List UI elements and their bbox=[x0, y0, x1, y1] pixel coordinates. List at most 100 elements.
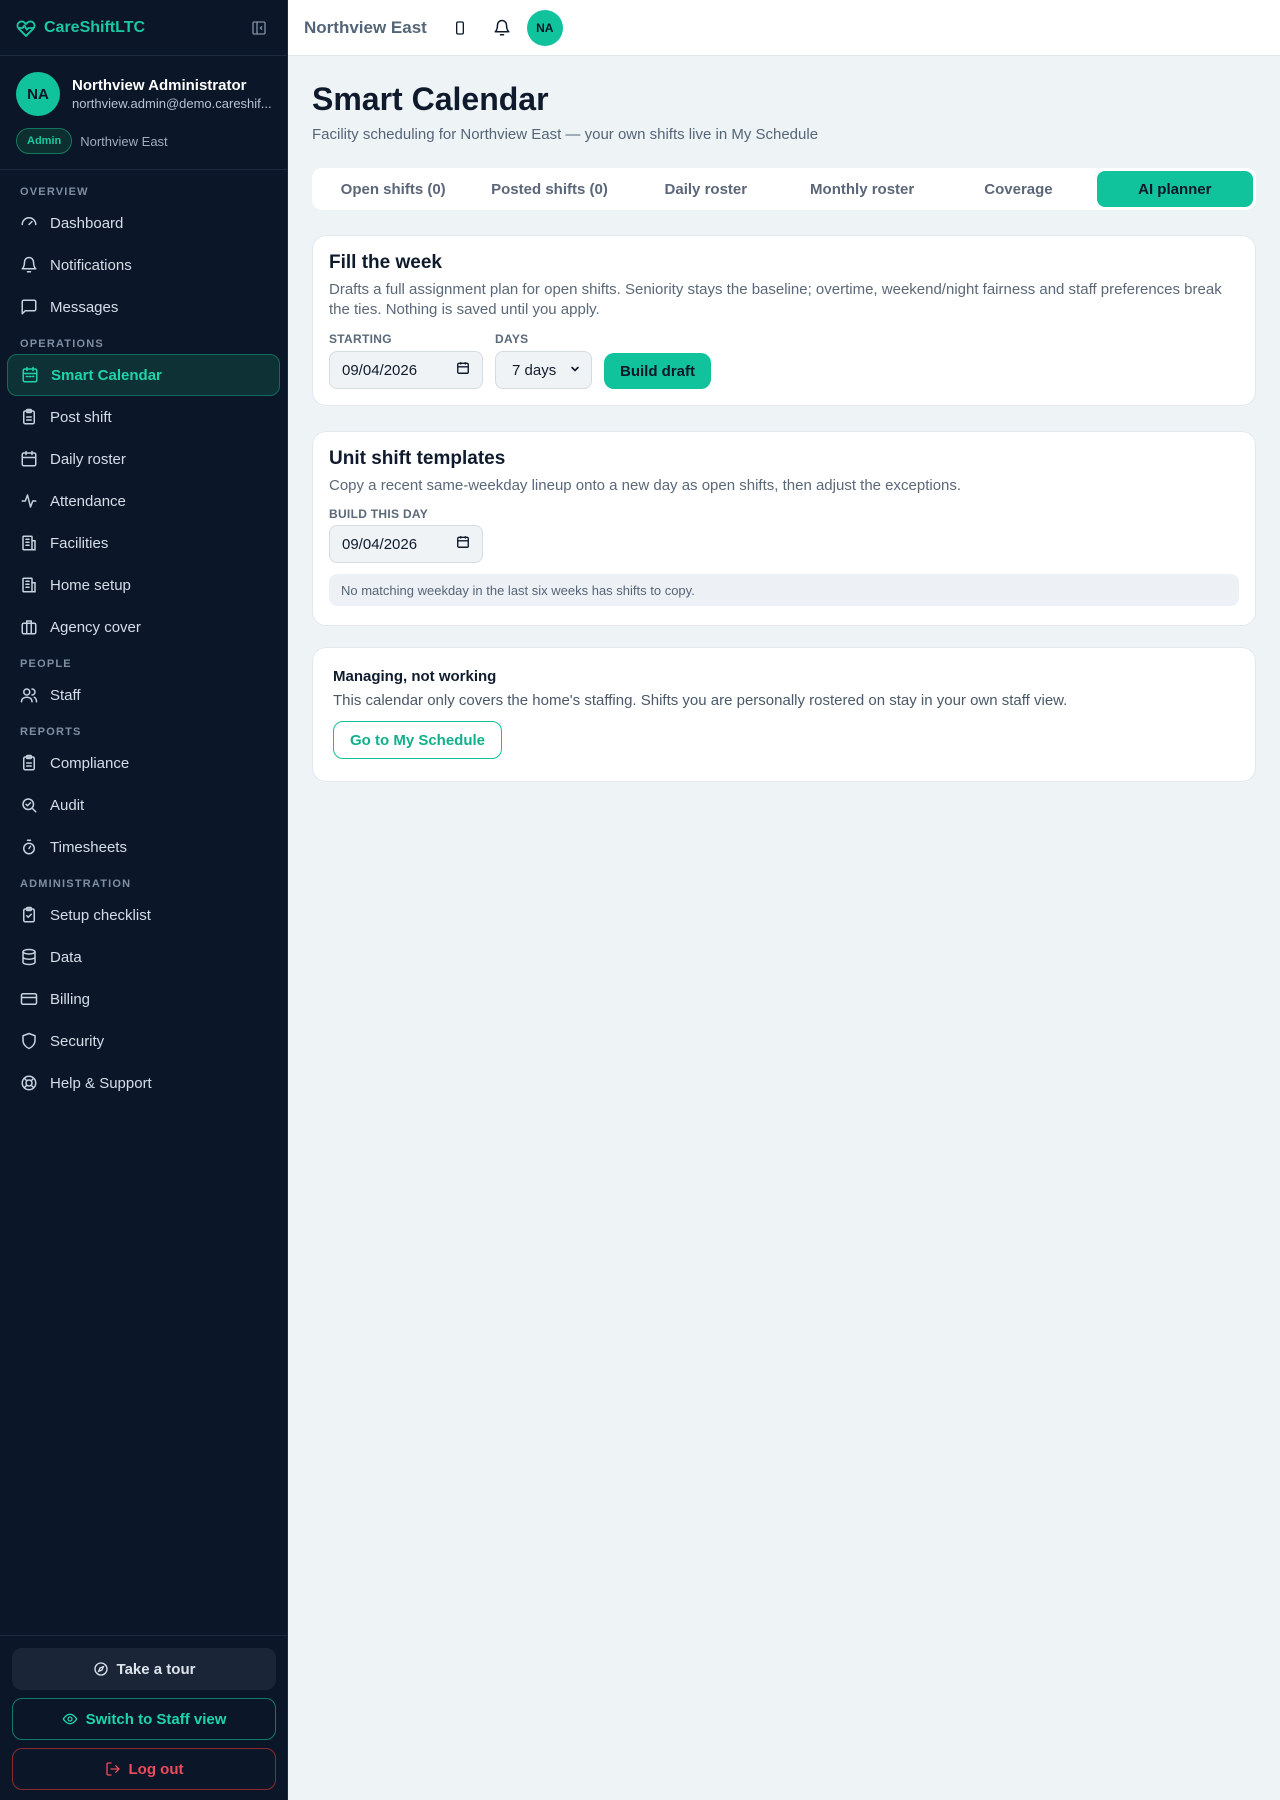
sidebar-item-label: Notifications bbox=[50, 256, 132, 274]
tab-posted-shifts[interactable]: Posted shifts (0) bbox=[471, 171, 627, 207]
sidebar-nav: OVERVIEW Dashboard Notifications Message… bbox=[0, 170, 287, 1104]
sidebar-item-post-shift[interactable]: Post shift bbox=[7, 396, 280, 438]
section-people: PEOPLE bbox=[20, 658, 72, 670]
user-name: Northview Administrator bbox=[72, 77, 247, 94]
templates-description: Copy a recent same-weekday lineup onto a… bbox=[329, 477, 962, 494]
bell-icon bbox=[20, 256, 38, 274]
sidebar-item-label: Data bbox=[50, 948, 82, 966]
go-to-my-schedule-button[interactable]: Go to My Schedule bbox=[333, 721, 503, 759]
mobile-icon[interactable] bbox=[443, 11, 477, 45]
tab-coverage[interactable]: Coverage bbox=[940, 171, 1096, 207]
sidebar-item-billing[interactable]: Billing bbox=[7, 978, 280, 1020]
calendar-days-icon bbox=[20, 450, 38, 468]
starting-date-value: 09/04/2026 bbox=[342, 361, 418, 379]
section-reports: REPORTS bbox=[20, 726, 82, 738]
sidebar-item-label: Dashboard bbox=[50, 214, 124, 232]
build-draft-button[interactable]: Build draft bbox=[604, 353, 711, 389]
section-overview: OVERVIEW bbox=[20, 186, 89, 198]
sidebar-item-staff[interactable]: Staff bbox=[7, 674, 280, 716]
sidebar-item-facilities[interactable]: Facilities bbox=[7, 522, 280, 564]
logout-button[interactable]: Log out bbox=[12, 1748, 276, 1790]
sidebar-item-agency-cover[interactable]: Agency cover bbox=[7, 606, 280, 648]
templates-title: Unit shift templates bbox=[329, 448, 506, 469]
avatar[interactable]: NA bbox=[526, 9, 563, 46]
starting-date-input[interactable]: 09/04/2026 bbox=[329, 351, 483, 389]
sidebar-item-data[interactable]: Data bbox=[7, 936, 280, 978]
sidebar-item-compliance[interactable]: Compliance bbox=[7, 742, 280, 784]
tab-open-shifts[interactable]: Open shifts (0) bbox=[315, 171, 471, 207]
sidebar-item-label: Daily roster bbox=[50, 450, 126, 468]
calendar-icon bbox=[21, 366, 39, 384]
managing-card: Managing, not working This calendar only… bbox=[312, 647, 1256, 782]
tab-monthly-roster[interactable]: Monthly roster bbox=[784, 171, 940, 207]
building-icon bbox=[20, 534, 38, 552]
section-administration: ADMINISTRATION bbox=[20, 878, 132, 890]
sidebar: CareShiftLTC NA Northview Administrator … bbox=[0, 0, 288, 1800]
top-bar: Northview East NA bbox=[288, 0, 1280, 56]
sidebar-item-help-support[interactable]: Help & Support bbox=[7, 1062, 280, 1104]
chevron-down-icon bbox=[569, 362, 581, 379]
avatar[interactable]: NA bbox=[16, 72, 60, 116]
sidebar-item-daily-roster[interactable]: Daily roster bbox=[7, 438, 280, 480]
sidebar-item-label: Timesheets bbox=[50, 838, 127, 856]
fill-week-description: Drafts a full assignment plan for open s… bbox=[329, 281, 1222, 318]
sidebar-item-label: Messages bbox=[50, 298, 119, 316]
sidebar-item-label: Smart Calendar bbox=[51, 366, 162, 384]
main-content: Smart Calendar Facility scheduling for N… bbox=[312, 56, 1256, 782]
switch-staff-view-label: Switch to Staff view bbox=[85, 1710, 227, 1728]
profile-card: NA Northview Administrator northview.adm… bbox=[0, 56, 287, 170]
sidebar-item-smart-calendar[interactable]: Smart Calendar bbox=[7, 354, 280, 396]
heart-pulse-icon bbox=[16, 18, 36, 38]
building-icon bbox=[20, 576, 38, 594]
clipboard-icon bbox=[20, 408, 38, 426]
sidebar-item-messages[interactable]: Messages bbox=[7, 286, 280, 328]
sidebar-item-label: Help & Support bbox=[50, 1074, 152, 1092]
sidebar-footer: Take a tour Switch to Staff view Log out bbox=[0, 1635, 288, 1800]
build-day-input[interactable]: 09/04/2026 bbox=[329, 525, 483, 563]
switch-staff-view-button[interactable]: Switch to Staff view bbox=[12, 1698, 276, 1740]
search-check-icon bbox=[20, 796, 38, 814]
sidebar-item-notifications[interactable]: Notifications bbox=[7, 244, 280, 286]
life-buoy-icon bbox=[20, 1074, 38, 1092]
shield-icon bbox=[20, 1032, 38, 1050]
fill-week-card: Fill the week Drafts a full assignment p… bbox=[312, 235, 1256, 406]
tab-ai-planner[interactable]: AI planner bbox=[1096, 171, 1253, 207]
brand-bar: CareShiftLTC bbox=[0, 0, 287, 56]
tab-daily-roster[interactable]: Daily roster bbox=[628, 171, 784, 207]
sidebar-item-home-setup[interactable]: Home setup bbox=[7, 564, 280, 606]
facility-label: Northview East bbox=[80, 133, 168, 149]
sidebar-item-label: Post shift bbox=[50, 408, 112, 426]
days-value: 7 days bbox=[512, 361, 557, 379]
sidebar-item-audit[interactable]: Audit bbox=[7, 784, 280, 826]
message-icon bbox=[20, 298, 38, 316]
clipboard-icon bbox=[20, 754, 38, 772]
sidebar-item-label: Billing bbox=[50, 990, 91, 1008]
logout-label: Log out bbox=[128, 1760, 184, 1778]
sidebar-item-attendance[interactable]: Attendance bbox=[7, 480, 280, 522]
sidebar-collapse-icon[interactable] bbox=[247, 16, 271, 40]
sidebar-item-label: Staff bbox=[50, 686, 81, 704]
calendar-tabs: Open shifts (0) Posted shifts (0) Daily … bbox=[312, 168, 1256, 210]
sidebar-item-timesheets[interactable]: Timesheets bbox=[7, 826, 280, 868]
templates-note: No matching weekday in the last six week… bbox=[329, 574, 1239, 606]
build-day-label: BUILD THIS DAY bbox=[329, 507, 429, 521]
sidebar-item-label: Facilities bbox=[50, 534, 109, 552]
sidebar-item-security[interactable]: Security bbox=[7, 1020, 280, 1062]
compass-icon bbox=[93, 1661, 109, 1677]
sidebar-item-dashboard[interactable]: Dashboard bbox=[7, 202, 280, 244]
role-badge: Admin bbox=[16, 128, 73, 154]
calendar-icon bbox=[456, 361, 470, 379]
sidebar-item-setup-checklist[interactable]: Setup checklist bbox=[7, 894, 280, 936]
take-tour-button[interactable]: Take a tour bbox=[12, 1648, 276, 1690]
take-tour-label: Take a tour bbox=[116, 1660, 196, 1678]
database-icon bbox=[20, 948, 38, 966]
brand-name[interactable]: CareShiftLTC bbox=[44, 19, 247, 37]
facility-title: Northview East bbox=[304, 17, 427, 37]
sidebar-item-label: Home setup bbox=[50, 576, 131, 594]
days-select[interactable]: 7 days bbox=[495, 351, 592, 389]
bell-icon[interactable] bbox=[485, 11, 519, 45]
managing-description: This calendar only covers the home's sta… bbox=[333, 692, 1068, 709]
sidebar-item-label: Attendance bbox=[50, 492, 126, 510]
sidebar-item-label: Audit bbox=[50, 796, 85, 814]
sidebar-item-label: Setup checklist bbox=[50, 906, 151, 924]
